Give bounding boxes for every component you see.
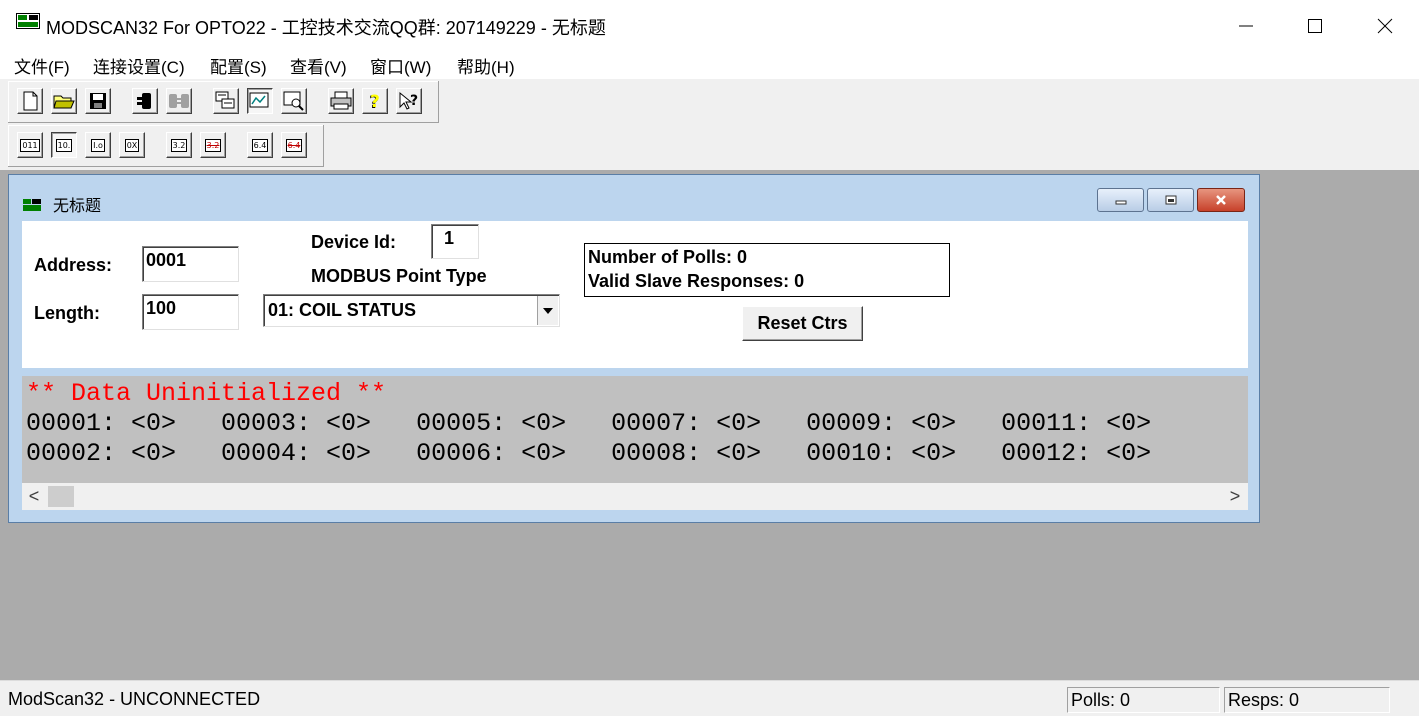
print-icon bbox=[330, 91, 352, 110]
connect-button[interactable] bbox=[132, 88, 158, 114]
address-input[interactable]: 0001 bbox=[142, 246, 239, 282]
format-toolbar: 011 10. I.o 0X 3.2 3.2 6.4 6.4 bbox=[8, 125, 324, 167]
data-status-message: ** Data Uninitialized ** bbox=[26, 379, 387, 408]
close-icon bbox=[1377, 18, 1393, 34]
length-label: Length: bbox=[34, 303, 100, 323]
valid-slave-responses: Valid Slave Responses: 0 bbox=[588, 271, 805, 291]
save-button[interactable] bbox=[85, 88, 111, 114]
svg-text:?: ? bbox=[410, 93, 418, 109]
float-swapped-icon: 3.2 bbox=[204, 138, 222, 152]
polls-counter: Polls: 0 bbox=[1067, 687, 1220, 713]
menu-bar: 文件(F) 连接设置(C) 配置(S) 查看(V) 窗口(W) 帮助(H) bbox=[0, 51, 1419, 79]
print-button[interactable] bbox=[328, 88, 354, 114]
float-swapped-button[interactable]: 3.2 bbox=[200, 132, 226, 158]
save-icon bbox=[90, 93, 106, 109]
help-button[interactable]: ?? bbox=[362, 88, 388, 114]
decimal-format-icon: 10. bbox=[55, 138, 73, 152]
toolbar-area: ?? ? 011 10. I.o 0X 3.2 3.2 6.4 6.4 bbox=[0, 79, 1419, 170]
scroll-thumb[interactable] bbox=[48, 486, 74, 507]
close-icon bbox=[1216, 195, 1226, 205]
poll-definition-panel: Address: 0001 Length: 100 Device Id: 1 M… bbox=[22, 221, 1248, 368]
show-traffic-icon bbox=[249, 92, 269, 108]
open-button[interactable] bbox=[51, 88, 77, 114]
float-format-button[interactable]: 3.2 bbox=[166, 132, 192, 158]
decimal-format-button[interactable]: 10. bbox=[51, 132, 77, 158]
open-folder-icon bbox=[53, 95, 75, 109]
document-icon bbox=[23, 199, 41, 211]
minimize-icon bbox=[1239, 25, 1253, 27]
point-type-value: 01: COIL STATUS bbox=[268, 300, 417, 320]
device-id-input[interactable]: 1 bbox=[431, 224, 479, 259]
menu-file[interactable]: 文件(F) bbox=[14, 53, 70, 78]
data-definition-button[interactable] bbox=[281, 88, 307, 114]
status-bar: ModScan32 - UNCONNECTED Polls: 0 Resps: … bbox=[0, 680, 1419, 716]
data-display-pane[interactable]: ** Data Uninitialized ** 00001: <0> 0000… bbox=[22, 376, 1248, 483]
new-button[interactable] bbox=[17, 88, 43, 114]
dropdown-arrow-button[interactable] bbox=[537, 296, 558, 325]
restore-icon bbox=[1165, 195, 1176, 205]
title-bar: MODSCAN32 For OPTO22 - 工控技术交流QQ群: 207149… bbox=[0, 0, 1419, 51]
connection-status: ModScan32 - UNCONNECTED bbox=[8, 689, 261, 709]
double-format-button[interactable]: 6.4 bbox=[247, 132, 273, 158]
child-close-button[interactable] bbox=[1197, 188, 1245, 212]
context-help-icon: ? bbox=[399, 91, 418, 110]
disconnect-icon bbox=[169, 94, 189, 108]
child-window-title: 无标题 bbox=[53, 198, 102, 215]
hex-format-button[interactable]: 0X bbox=[119, 132, 145, 158]
scroll-left-button[interactable]: < bbox=[24, 486, 44, 507]
data-row-even: 00002: <0> 00004: <0> 00006: <0> 00008: … bbox=[26, 439, 1152, 468]
double-swapped-button[interactable]: 6.4 bbox=[281, 132, 307, 158]
minimize-button[interactable] bbox=[1223, 10, 1269, 42]
app-icon bbox=[16, 13, 40, 29]
maximize-button[interactable] bbox=[1292, 10, 1338, 42]
display-options-icon bbox=[215, 91, 235, 109]
reset-counters-button[interactable]: Reset Ctrs bbox=[742, 306, 863, 341]
chevron-down-icon bbox=[543, 307, 553, 314]
menu-window[interactable]: 窗口(W) bbox=[370, 53, 431, 78]
menu-view[interactable]: 查看(V) bbox=[290, 53, 347, 78]
binary-format-icon: 011 bbox=[20, 138, 40, 152]
child-minimize-button[interactable] bbox=[1097, 188, 1144, 212]
data-row-odd: 00001: <0> 00003: <0> 00005: <0> 00007: … bbox=[26, 409, 1152, 438]
double-format-icon: 6.4 bbox=[251, 138, 269, 152]
device-id-label: Device Id: bbox=[311, 232, 397, 252]
point-type-label: MODBUS Point Type bbox=[311, 266, 487, 286]
connect-icon bbox=[137, 93, 151, 109]
length-input[interactable]: 100 bbox=[142, 294, 239, 330]
svg-text:?: ? bbox=[370, 92, 380, 111]
help-icon: ?? bbox=[369, 92, 380, 111]
horizontal-scrollbar[interactable]: < > bbox=[22, 483, 1248, 510]
float-format-icon: 3.2 bbox=[170, 138, 188, 152]
poll-window[interactable]: 无标题 Address: 0001 Length: 100 Device Id:… bbox=[8, 174, 1260, 523]
child-restore-button[interactable] bbox=[1147, 188, 1194, 212]
disconnect-button[interactable] bbox=[166, 88, 192, 114]
scroll-right-button[interactable]: > bbox=[1225, 486, 1245, 507]
integer-format-button[interactable]: I.o bbox=[85, 132, 111, 158]
context-help-button[interactable]: ? bbox=[396, 88, 422, 114]
poll-stats-box: Number of Polls: 0 Valid Slave Responses… bbox=[584, 243, 950, 297]
number-of-polls: Number of Polls: 0 bbox=[588, 247, 748, 267]
chevron-right-icon: > bbox=[1229, 486, 1241, 506]
integer-format-icon: I.o bbox=[91, 138, 105, 152]
menu-help[interactable]: 帮助(H) bbox=[457, 53, 515, 78]
double-swapped-icon: 6.4 bbox=[285, 138, 303, 152]
main-toolbar: ?? ? bbox=[8, 81, 439, 123]
chevron-left-icon: < bbox=[28, 486, 40, 506]
maximize-icon bbox=[1308, 19, 1322, 33]
binary-format-button[interactable]: 011 bbox=[17, 132, 43, 158]
new-file-icon bbox=[23, 91, 38, 111]
menu-connection[interactable]: 连接设置(C) bbox=[93, 53, 185, 78]
address-label: Address: bbox=[34, 255, 113, 275]
point-type-select[interactable]: 01: COIL STATUS bbox=[263, 294, 560, 327]
hex-format-icon: 0X bbox=[124, 138, 140, 152]
display-options-button[interactable] bbox=[213, 88, 239, 114]
data-definition-icon bbox=[283, 91, 304, 111]
close-button[interactable] bbox=[1362, 10, 1408, 42]
window-title: MODSCAN32 For OPTO22 - 工控技术交流QQ群: 207149… bbox=[46, 18, 606, 38]
responses-counter: Resps: 0 bbox=[1224, 687, 1390, 713]
menu-setup[interactable]: 配置(S) bbox=[210, 53, 267, 78]
minimize-icon bbox=[1115, 200, 1126, 205]
show-traffic-button[interactable] bbox=[247, 88, 273, 114]
